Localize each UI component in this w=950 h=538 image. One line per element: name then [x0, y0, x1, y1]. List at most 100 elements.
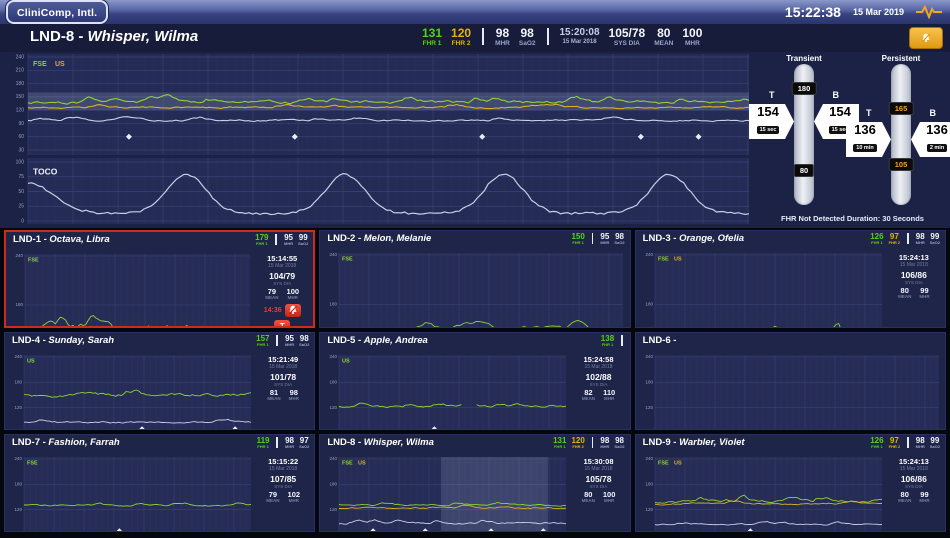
- svg-text:FSE: FSE: [33, 61, 47, 68]
- svg-text:210: 210: [16, 68, 25, 74]
- vital-15-mar-2018: 15:20:08 15 Mar 2018: [559, 27, 600, 45]
- svg-text:120: 120: [330, 507, 338, 512]
- transient-t-pointer[interactable]: 154 15 sec: [749, 104, 794, 139]
- patient-panel-lnd-6[interactable]: LND-6 - 24018012060100500: [634, 332, 946, 430]
- transient-high-limit[interactable]: 180: [791, 82, 817, 95]
- panel-chart: 24018012060100500USTOCO: [330, 354, 567, 429]
- panel-chart: 24018012060100500FSETOCO: [330, 252, 624, 327]
- patient-name: Whisper, Wilma: [87, 28, 199, 45]
- last-reading-date: 15 Mar 2018: [899, 262, 928, 268]
- svg-text:0: 0: [21, 218, 24, 224]
- vital-mhr: 98 MHR: [600, 436, 610, 450]
- vital-fhr-1: 179 FHR 1: [255, 233, 269, 247]
- svg-text:50: 50: [18, 189, 24, 195]
- panel-vitals: 126 FHR 1 97 FHR 2 98 MHR 99 SaO2: [870, 232, 940, 246]
- patient-header: LND-8 - Whisper, Wilma 131 FHR 1 120 FHR 2 9…: [0, 24, 950, 52]
- panel-chart: 24018012060100500FSEUSTOCO: [645, 252, 882, 327]
- patient-panel-lnd-8[interactable]: LND-8 - Whisper, Wilma 131 FHR 1 120 FHR 2 9…: [319, 434, 631, 532]
- vital-mhr: 98 MHR: [288, 388, 299, 401]
- top-bar: CliniComp, Intl. 15:22:38 15 Mar 2019: [0, 0, 950, 25]
- patient-panel-lnd-3[interactable]: LND-3 - Orange, Ofelia 126 FHR 1 97 FHR 2 98…: [634, 230, 946, 328]
- alarm-silence-button[interactable]: [284, 303, 301, 317]
- panel-body: 24018012060100500: [636, 352, 945, 429]
- vital-mhr: 98 MHR: [915, 436, 925, 450]
- transient-limits: Transient 180 80 T B 154 15 sec 154 15 sec: [749, 52, 859, 228]
- vital-mhr: 100 MHR: [682, 26, 703, 47]
- vitals-divider: [591, 233, 594, 244]
- svg-text:240: 240: [645, 354, 653, 359]
- svg-text:60: 60: [18, 134, 24, 140]
- transient-low-limit[interactable]: 80: [793, 164, 815, 177]
- vital-mhr: 99 MHR: [919, 286, 930, 299]
- panel-header: LND-7 - Fashion, Farrah 119 FHR 1 98 MHR 97 S…: [5, 435, 314, 454]
- patient-panel-lnd-2[interactable]: LND-2 - Melon, Melanie 150 FHR 1 95 MHR 98 Sa…: [319, 230, 631, 328]
- svg-text:120: 120: [645, 405, 653, 410]
- blood-pressure-label: SYS DIA: [274, 382, 293, 387]
- patient-panel-lnd-4[interactable]: LND-4 - Sunday, Sarah 157 FHR 1 95 MHR 98 SaO…: [4, 332, 316, 430]
- header-vitals: 131 FHR 1 120 FHR 2 98 MHR 98 SaO2 15:20:08 15 Ma…: [422, 27, 702, 47]
- vital-fhr-2: 120 FHR 2: [451, 26, 472, 47]
- svg-text:FSE: FSE: [342, 460, 353, 466]
- vital-sao2: 98 SaO2: [299, 334, 310, 348]
- blood-pressure-value: 106/86: [900, 474, 927, 484]
- svg-text:120: 120: [16, 107, 25, 113]
- vital-fhr-2: 120 FHR 2: [571, 436, 585, 450]
- main-monitor-area: 240 210 180 150 120 90 60 30 100 75 50 25 0 FSE US TOCO…: [0, 52, 950, 228]
- svg-text:100: 100: [16, 159, 25, 165]
- vital-mhr: 110 MHR: [603, 388, 616, 401]
- blood-pressure-value: 107/85: [270, 474, 297, 484]
- panel-vitals: 150 FHR 1 95 MHR 98 SaO2: [571, 232, 624, 246]
- vital-mean: 81 MEAN: [267, 388, 281, 401]
- svg-text:240: 240: [14, 354, 22, 359]
- transient-b-label: B: [832, 90, 840, 100]
- patient-panel-lnd-9[interactable]: LND-9 - Warbler, Violet 126 FHR 1 97 FHR 2 9…: [634, 434, 946, 532]
- vital-mhr: 95 MHR: [600, 232, 610, 246]
- transient-title: Transient: [786, 54, 822, 63]
- persistent-high-limit[interactable]: 165: [888, 102, 914, 115]
- vital-sao2: 99 SaO2: [929, 232, 940, 246]
- svg-text:US: US: [358, 460, 366, 466]
- svg-text:90: 90: [18, 121, 24, 127]
- persistent-limits: Persistent 165 105 T B 136 10 min 136 2 mi…: [846, 52, 950, 228]
- panel-info: 15:24:58 15 Mar 2018 102/88 SYS DIA 82 MEAN 11…: [569, 353, 627, 429]
- vital-fhr-1: 138 FHR 1: [600, 334, 615, 348]
- vital-fhr-2: 97 FHR 2: [888, 436, 901, 450]
- blood-pressure-label: SYS DIA: [589, 484, 608, 489]
- vital-fhr-2: 97 FHR 2: [888, 232, 901, 246]
- patient-panel-lnd-7[interactable]: LND-7 - Fashion, Farrah 119 FHR 1 98 MHR 97 S…: [4, 434, 316, 532]
- top-date: 15 Mar 2019: [852, 7, 904, 17]
- persistent-t-label: T: [866, 108, 872, 118]
- persistent-t-value: 136: [854, 122, 876, 137]
- vital-fhr-1: 157 FHR 1: [256, 334, 270, 348]
- vital-mhr: 102 MHR: [287, 490, 301, 503]
- mean-mhr-pair: 79 MEAN 102 MHR: [266, 491, 300, 504]
- persistent-b-label: B: [929, 108, 937, 118]
- patient-panel-lnd-1[interactable]: LND-1 - Octava, Libra 179 FHR 1 95 MHR 99 SaO…: [4, 230, 316, 328]
- vital-mean: 80 MEAN: [654, 26, 674, 47]
- main-trend-chart[interactable]: 240 210 180 150 120 90 60 30 100 75 50 25 0 FSE US TOCO: [0, 52, 755, 228]
- persistent-t-pointer[interactable]: 136 10 min: [846, 122, 891, 157]
- logo[interactable]: CliniComp, Intl.: [6, 0, 109, 24]
- vitals-divider: [591, 437, 594, 448]
- panel-header: LND-8 - Whisper, Wilma 131 FHR 1 120 FHR 2 9…: [320, 435, 629, 454]
- alarm-silence-button[interactable]: [909, 27, 943, 49]
- vital-mhr: 98 MHR: [915, 232, 925, 246]
- last-reading-time: 15:14:55: [267, 254, 298, 263]
- patient-panel-lnd-5[interactable]: LND-5 - Apple, Andrea 138 FHR 1 240 180 120…: [319, 332, 631, 430]
- vital-mean: 79 MEAN: [266, 490, 280, 503]
- panel-title: LND-4 - Sunday, Sarah: [12, 335, 115, 346]
- panel-body: 24018012060100500FSETOCO: [320, 250, 629, 327]
- toco-button[interactable]: T: [274, 319, 291, 326]
- persistent-low-limit[interactable]: 105: [888, 158, 914, 171]
- svg-text:180: 180: [645, 380, 653, 385]
- panel-chart: 24018012060100500USTOCO: [14, 354, 252, 429]
- panel-header: LND-2 - Melon, Melanie 150 FHR 1 95 MHR 98 Sa…: [320, 231, 629, 250]
- last-reading-date: 15 Mar 2018: [899, 466, 928, 472]
- persistent-b-pointer[interactable]: 136 2 min: [911, 122, 950, 157]
- blood-pressure-value: 106/86: [900, 270, 927, 280]
- vital-sao2: 98 SaO2: [614, 436, 625, 450]
- svg-text:240: 240: [645, 252, 653, 257]
- panel-title: LND-1 - Octava, Libra: [13, 234, 110, 245]
- vital-fhr-1: 131 FHR 1: [422, 26, 443, 47]
- transient-t-duration: 15 sec: [756, 126, 780, 134]
